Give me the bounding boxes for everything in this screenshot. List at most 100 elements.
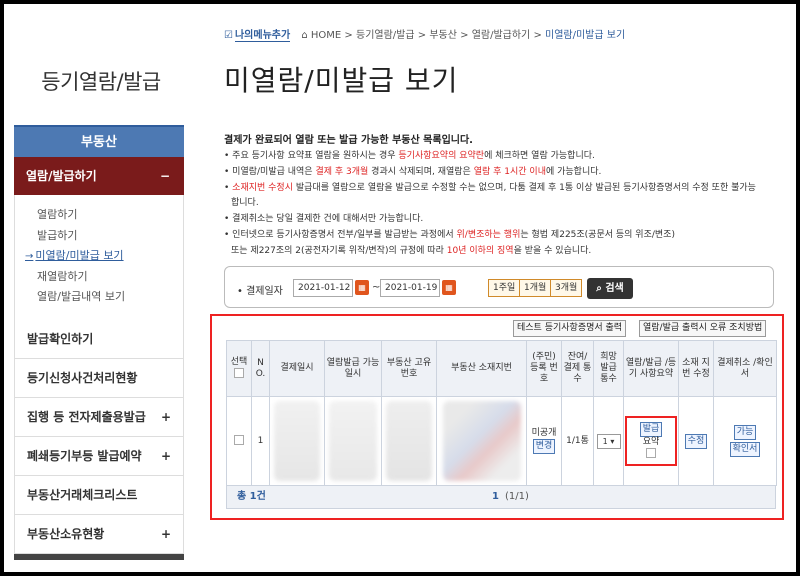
row-no: 1 xyxy=(251,396,270,486)
breadcrumb-view-issue[interactable]: 열람/발급하기 xyxy=(472,30,531,41)
pagination: 1 (1/1) xyxy=(492,486,529,508)
header-available-date: 열람발급 가능일시 xyxy=(324,340,382,397)
header-issue-summary: 열람/발급 /등기 사항요약 xyxy=(623,340,679,397)
sidebar-menu-label: 폐쇄등기부등 발급예약 xyxy=(27,449,142,463)
edit-button[interactable]: 수정 xyxy=(684,433,708,449)
my-menu-add-link[interactable]: 나의메뉴추가 xyxy=(234,30,291,42)
page-info: (1/1) xyxy=(504,491,529,502)
row-checkbox[interactable] xyxy=(234,435,244,446)
search-icon: ⌕ xyxy=(596,283,602,294)
reg-no-hidden-text: 미공개 xyxy=(531,428,557,438)
submenu-view[interactable]: 열람하기 xyxy=(15,205,183,226)
page-number[interactable]: 1 xyxy=(492,491,499,502)
sidebar-section-header[interactable]: 부동산 xyxy=(14,125,184,157)
notice-heading: 결제가 완료되어 열람 또는 발급 가능한 부동산 목록입니다. xyxy=(224,135,473,146)
calendar-icon[interactable]: ▦ xyxy=(442,280,456,295)
page-title: 미열람/미발급 보기 xyxy=(224,64,459,97)
minus-icon: − xyxy=(159,169,170,183)
notice-line: 합니다. xyxy=(231,198,259,209)
home-icon[interactable]: ⌂ xyxy=(301,30,307,41)
header-edit: 소재 지번 수정 xyxy=(678,340,714,397)
sidebar-item-checklist[interactable]: 부동산거래체크리스트 xyxy=(14,476,184,515)
sidebar-item-case-status[interactable]: 등기신청사건처리현황 xyxy=(14,359,184,398)
row-select-cell xyxy=(226,396,252,486)
sidebar-menu-label: 부동산거래체크리스트 xyxy=(27,488,138,502)
plus-icon: + xyxy=(160,449,171,463)
sidebar-item-closed-reserve[interactable]: 폐쇄등기부등 발급예약 + xyxy=(14,437,184,476)
summary-label: 요약 xyxy=(642,437,660,448)
period-1week-button[interactable]: 1주일 xyxy=(488,279,521,297)
header-remaining: 잔여/ 결제 통수 xyxy=(561,340,594,397)
sidebar-bottom-bar xyxy=(14,554,184,560)
plus-icon: + xyxy=(160,527,171,541)
period-3month-button[interactable]: 3개월 xyxy=(550,279,583,297)
notice-line: 또는 제227조의 2(공전자기록 위작/변작)의 규정에 따라 10년 이하의… xyxy=(231,245,592,256)
sidebar-menu-label: 등기신청사건처리현황 xyxy=(27,371,138,385)
header-reg-no: (주민) 등록 번호 xyxy=(526,340,562,397)
check-icon: ☑ xyxy=(224,30,233,41)
header-address: 부동산 소재지번 xyxy=(436,340,527,397)
cancel-available-button[interactable]: 가능 xyxy=(733,425,757,440)
total-count: 총 1건 xyxy=(237,491,266,502)
certificate-button[interactable]: 확인서 xyxy=(729,442,761,457)
breadcrumb: ☑ 나의메뉴추가 ⌂ HOME > 등기열람/발급 > 부동산 > 열람/발급하기… xyxy=(224,30,626,42)
date-to-input[interactable]: 2021-01-19 xyxy=(380,279,440,297)
notice-box: 결제가 완료되어 열람 또는 발급 가능한 부동산 목록입니다. • 주요 등기… xyxy=(224,131,784,260)
payment-date-label: • 결제일자 xyxy=(237,286,283,297)
sidebar-title: 등기열람/발급 xyxy=(41,70,161,94)
header-no: N O. xyxy=(251,340,270,397)
copies-select[interactable]: 1 ▾ xyxy=(596,433,621,449)
plus-icon: + xyxy=(160,410,171,424)
sidebar-item-electronic[interactable]: 집행 등 전자제출용발급 + xyxy=(14,398,184,437)
sidebar-item-ownership[interactable]: 부동산소유현황 + xyxy=(14,515,184,554)
header-cancel: 결제취소 /확인서 xyxy=(713,340,777,397)
row-available-date xyxy=(324,396,382,486)
period-1month-button[interactable]: 1개월 xyxy=(519,279,552,297)
notice-line: • 소재지번 수정시 발급대를 열람으로 열람을 발급으로 수정할 수는 없으며… xyxy=(224,182,756,193)
notice-line: • 미열람/미발급 내역은 결제 후 3개월 경과시 삭제되며, 재열람은 열람… xyxy=(224,166,602,177)
breadcrumb-realestate[interactable]: 부동산 xyxy=(429,30,457,41)
row-desired: 1 ▾ xyxy=(593,396,624,486)
row-address xyxy=(436,396,527,486)
notice-line: • 주요 등기사항 요약표 열람을 원하시는 경우 등기사항요약의 요약란에 체… xyxy=(224,151,595,161)
summary-checkbox[interactable] xyxy=(646,448,656,459)
sidebar-item-issue[interactable]: 열람/발급하기 − xyxy=(14,157,184,195)
sidebar-menu-label: 집행 등 전자제출용발급 xyxy=(27,410,146,424)
issue-highlight: 발급 요약 xyxy=(625,416,677,466)
table-row: 1 미공개 변경 1/1통 1 ▾ 발급 요약 수정 가능확인서 xyxy=(226,396,777,486)
error-fix-button[interactable]: 열람/발급 출력시 오류 조치방법 xyxy=(639,320,767,337)
row-unique-no xyxy=(381,396,437,486)
breadcrumb-home[interactable]: HOME xyxy=(311,30,341,41)
issue-button[interactable]: 발급 xyxy=(639,422,663,438)
row-reg-no: 미공개 변경 xyxy=(526,396,562,486)
row-cancel: 가능확인서 xyxy=(713,396,777,486)
breadcrumb-current: 미열람/미발급 보기 xyxy=(545,30,626,41)
page-frame: 등기열람/발급 부동산 열람/발급하기 − 열람하기 발급하기 → 미열람/미발급… xyxy=(4,4,796,572)
submenu-issue[interactable]: 발급하기 xyxy=(15,226,183,247)
sidebar-item-issue-confirm[interactable]: 발급확인하기 xyxy=(14,320,184,359)
test-print-button[interactable]: 테스트 등기사항증명서 출력 xyxy=(513,320,627,337)
select-all-checkbox[interactable] xyxy=(234,368,244,379)
submenu-unviewed[interactable]: → 미열람/미발급 보기 xyxy=(15,246,183,267)
sidebar-item-label: 열람/발급하기 xyxy=(26,169,97,183)
search-button[interactable]: ⌕ 검색 xyxy=(587,278,633,299)
row-pay-date xyxy=(269,396,325,486)
sidebar-menu-label: 발급확인하기 xyxy=(27,332,94,346)
table-header-row: 선택 N O. 결제일시 열람발급 가능일시 부동산 고유번호 부동산 소재지번… xyxy=(226,340,777,397)
reg-no-change-button[interactable]: 변경 xyxy=(532,439,556,454)
submenu-review[interactable]: 재열람하기 xyxy=(15,267,183,288)
date-from-input[interactable]: 2021-01-12 xyxy=(293,279,353,297)
result-table: 선택 N O. 결제일시 열람발급 가능일시 부동산 고유번호 부동산 소재지번… xyxy=(226,340,777,486)
calendar-icon[interactable]: ▦ xyxy=(355,280,369,295)
notice-line: • 인터넷으로 등기사항증명서 전부/일부를 발급받는 과정에서 위/변조하는 … xyxy=(224,229,675,240)
table-footer: 총 1건 1 (1/1) xyxy=(226,485,776,509)
breadcrumb-issue[interactable]: 등기열람/발급 xyxy=(356,30,415,41)
header-unique-no: 부동산 고유번호 xyxy=(381,340,437,397)
row-remaining: 1/1통 xyxy=(561,396,594,486)
row-issue-summary: 발급 요약 xyxy=(623,396,679,486)
header-desired: 희망 발급 통수 xyxy=(593,340,624,397)
submenu-history[interactable]: 열람/발급내역 보기 xyxy=(15,287,183,308)
header-select: 선택 xyxy=(226,340,252,397)
sidebar-submenu: 열람하기 발급하기 → 미열람/미발급 보기 재열람하기 열람/발급내역 보기 xyxy=(14,195,184,320)
arrow-right-icon: → xyxy=(25,251,34,262)
